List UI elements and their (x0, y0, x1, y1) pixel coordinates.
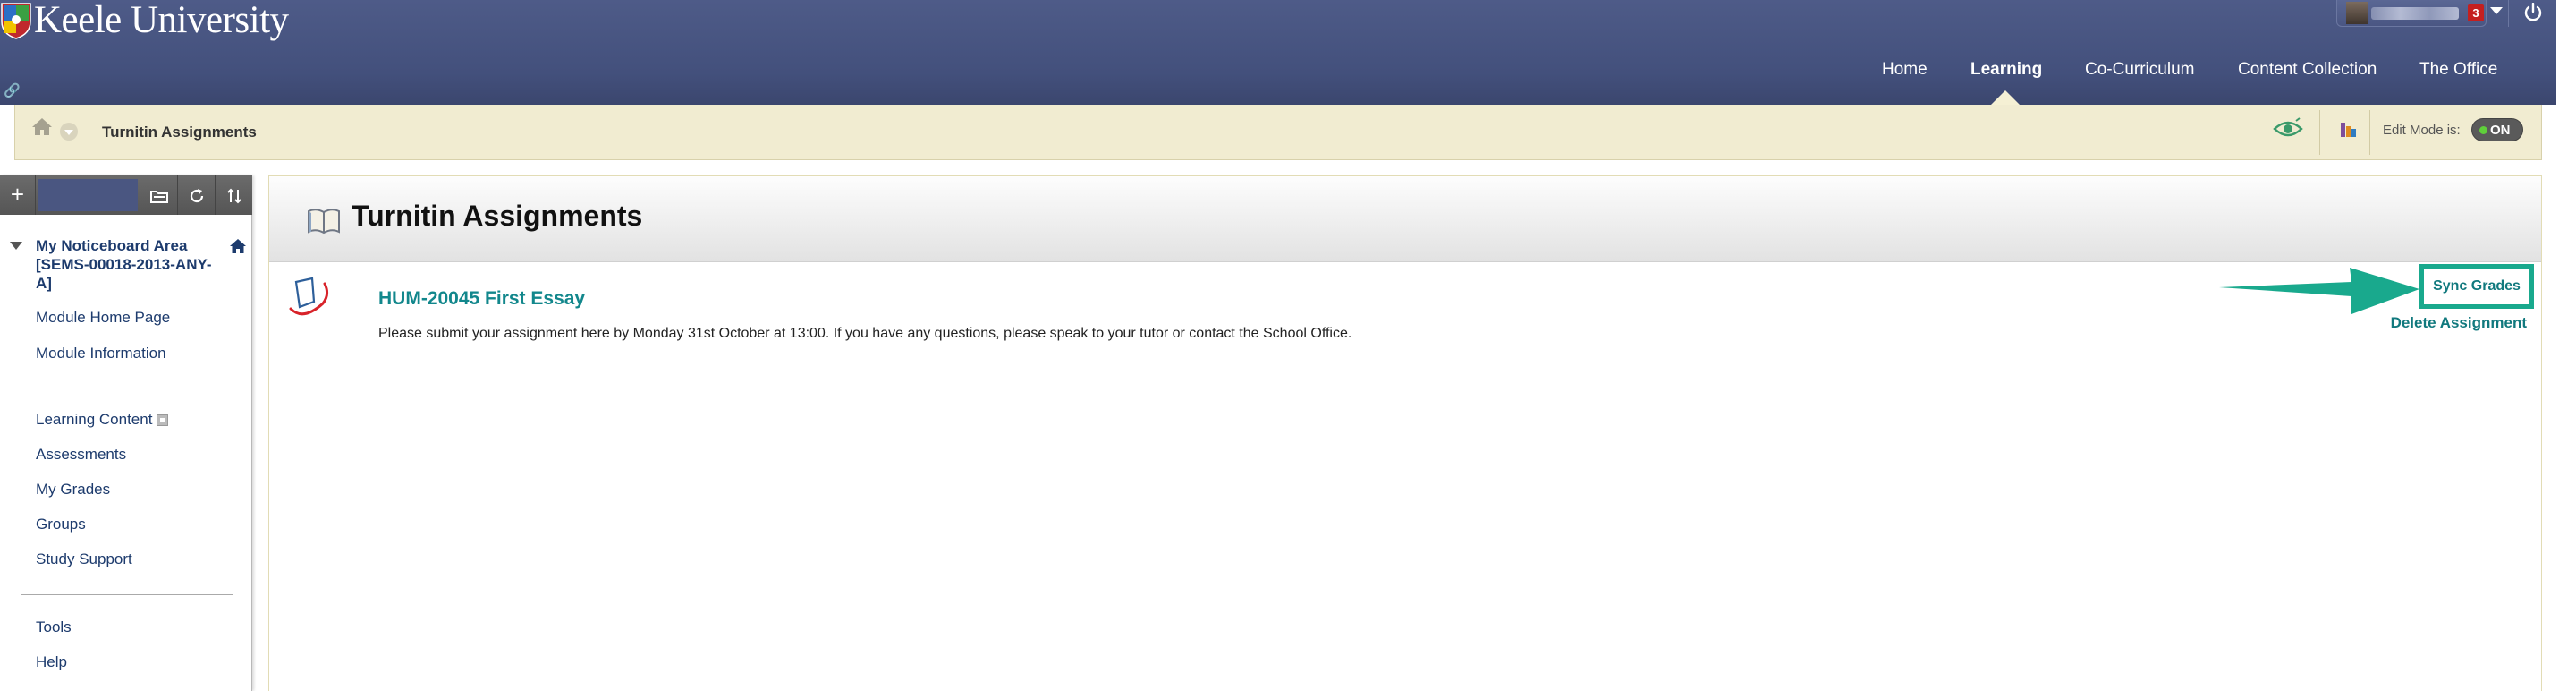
power-icon (2524, 3, 2542, 21)
link-icon[interactable]: 🔗 (4, 83, 21, 99)
active-nav-pointer (1991, 90, 2020, 105)
sidebar-item-my-grades[interactable]: My Grades (36, 480, 110, 499)
turnitin-icon (289, 277, 329, 316)
chart-icon[interactable] (2339, 119, 2359, 139)
book-icon (308, 209, 340, 235)
chevron-down-icon[interactable] (10, 242, 22, 250)
sidebar-item-learning-content[interactable]: Learning Content (36, 410, 169, 430)
refresh-button[interactable] (177, 175, 215, 215)
site-header: Keele University 🔗 3 Home Learning Co-Cu… (0, 0, 2556, 105)
page-title: Turnitin Assignments (352, 200, 643, 232)
content-area: Turnitin Assignments HUM-20045 First Ess… (268, 175, 2542, 691)
edit-mode-toggle[interactable]: ON (2471, 118, 2523, 141)
sync-grades-button[interactable]: Sync Grades (2419, 264, 2534, 309)
reorder-button[interactable] (215, 175, 252, 215)
divider (21, 594, 233, 595)
breadcrumb-expand-button[interactable] (60, 123, 78, 141)
course-menu-header (38, 179, 138, 211)
content-area-icon (157, 414, 169, 427)
add-menu-item-button[interactable]: + (0, 175, 36, 215)
sidebar-item-help[interactable]: Help (36, 653, 67, 672)
assignment-description: Please submit your assignment here by Mo… (378, 326, 1352, 341)
sort-icon (226, 188, 242, 204)
sidebar-item-assessments[interactable]: Assessments (36, 445, 126, 465)
delete-assignment-button[interactable]: Delete Assignment (2385, 313, 2527, 333)
sidebar-item-module-home-page[interactable]: Module Home Page (36, 308, 170, 328)
breadcrumb-current: Turnitin Assignments (102, 124, 257, 141)
university-name[interactable]: Keele University (34, 0, 289, 41)
edit-mode-label: Edit Mode is: (2383, 123, 2461, 138)
arrow-icon (2219, 268, 2419, 314)
sidebar-item-module-information[interactable]: Module Information (36, 344, 166, 363)
sidebar-item-tools[interactable]: Tools (36, 618, 72, 637)
sidebar-item-groups[interactable]: Groups (36, 515, 86, 534)
edit-mode-state: ON (2490, 123, 2511, 138)
user-menu[interactable]: 3 (2336, 0, 2487, 27)
course-menu: + My Noticeboard Area [SEMS-00018-2013-A… (0, 175, 252, 691)
eye-icon[interactable] (2273, 117, 2303, 141)
sidebar-item-study-support[interactable]: Study Support (36, 550, 132, 569)
sidebar-item-label: Learning Content (36, 411, 153, 428)
course-title[interactable]: My Noticeboard Area [SEMS-00018-2013-ANY… (36, 236, 224, 293)
sync-grades-label: Sync Grades (2433, 278, 2521, 294)
nav-co-curriculum[interactable]: Co-Curriculum (2085, 56, 2194, 83)
folder-view-button[interactable] (140, 175, 177, 215)
avatar (2346, 2, 2368, 24)
logout-button[interactable] (2508, 0, 2556, 27)
nav-learning[interactable]: Learning (1970, 56, 2042, 83)
page-header: Turnitin Assignments (269, 176, 2541, 262)
divider (2369, 110, 2370, 155)
breadcrumb: Turnitin Assignments Edit Mode is: ON (14, 105, 2542, 160)
user-name (2371, 7, 2459, 20)
assignment-title-link[interactable]: HUM-20045 First Essay (378, 287, 585, 311)
keele-crest-icon[interactable] (0, 0, 32, 39)
status-dot (2479, 126, 2487, 134)
nav-content-collection[interactable]: Content Collection (2238, 56, 2377, 83)
nav-home[interactable]: Home (1882, 56, 1928, 83)
chevron-down-icon[interactable] (2490, 7, 2503, 14)
notification-badge[interactable]: 3 (2468, 4, 2484, 21)
divider (2319, 110, 2320, 155)
nav-the-office[interactable]: The Office (2419, 56, 2497, 83)
folder-icon (149, 190, 168, 203)
refresh-icon (190, 188, 203, 202)
home-icon[interactable] (31, 116, 53, 136)
course-menu-toolbar: + (0, 175, 252, 215)
home-icon (230, 239, 246, 253)
